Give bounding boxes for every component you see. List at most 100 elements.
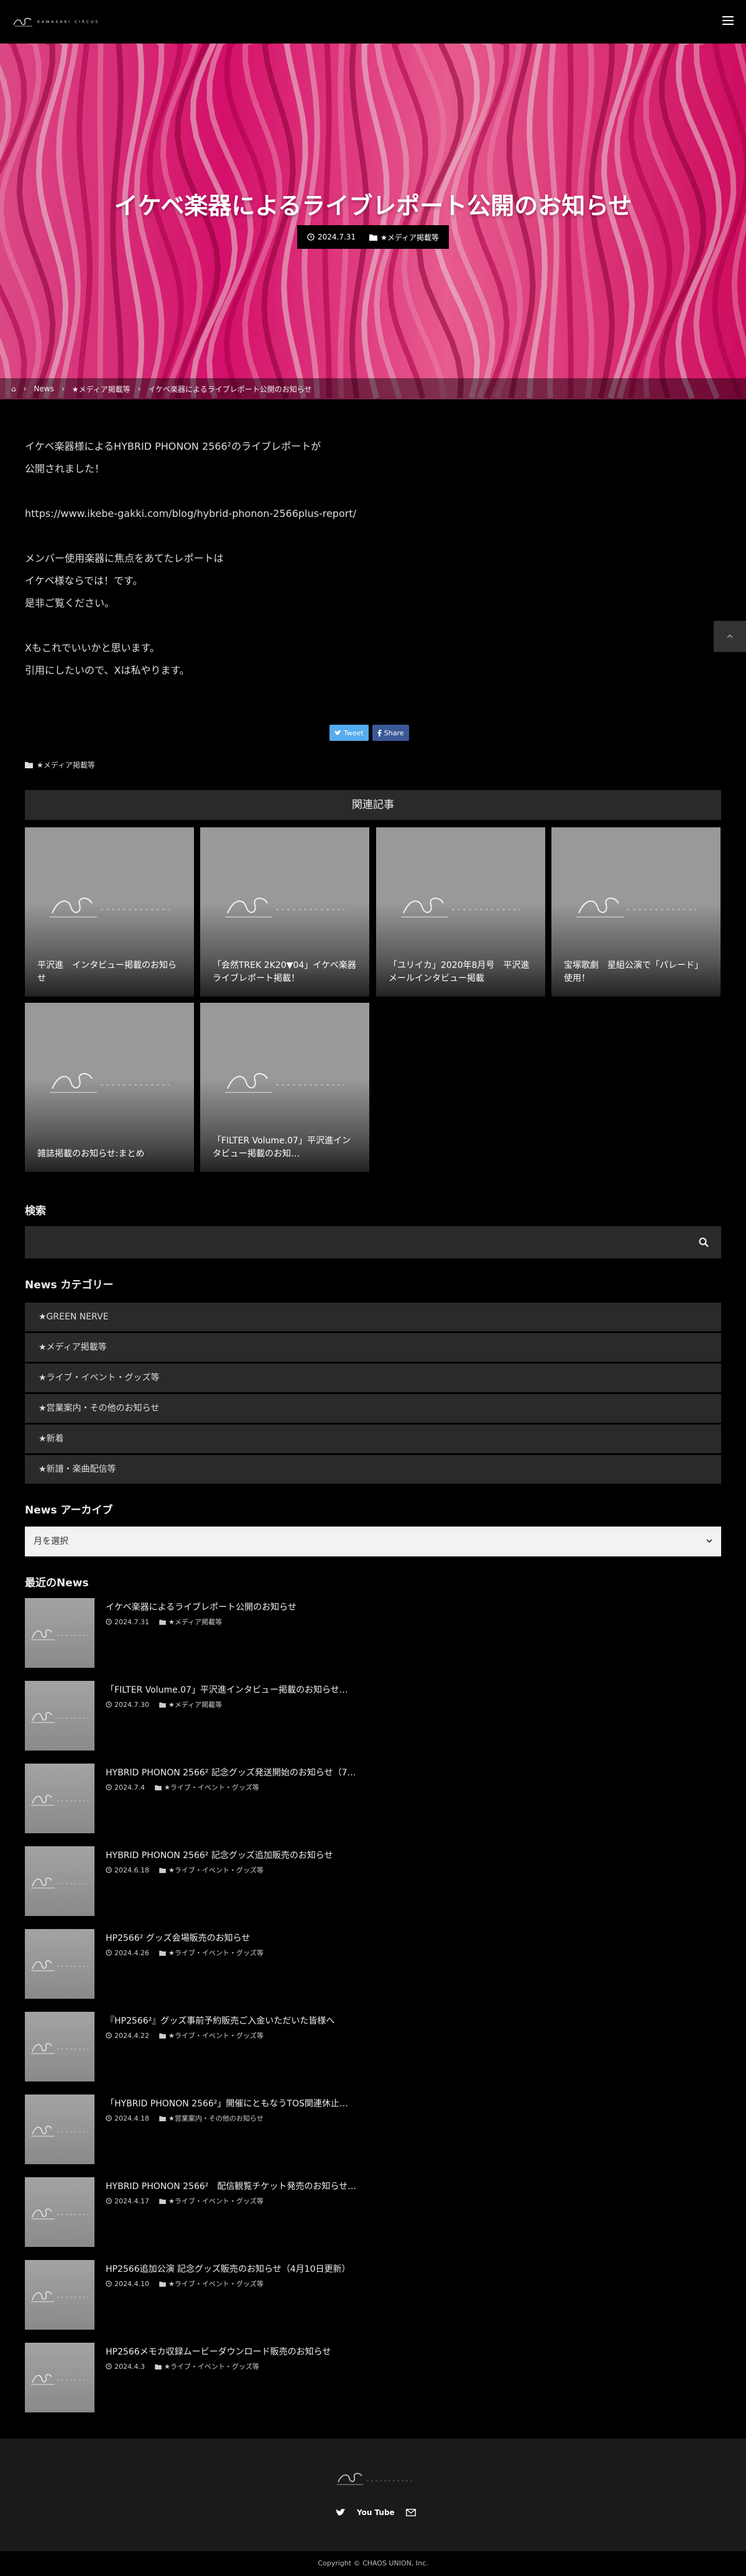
recent-news-category[interactable]: ★ライブ・イベント・グッズ等 bbox=[168, 1865, 264, 1875]
social-links: You Tube bbox=[336, 2508, 416, 2517]
related-card-title: 雑誌掲載のお知らせ:まとめ bbox=[37, 1149, 145, 1159]
recent-news-title[interactable]: HYBRID PHONON 2566² 記念グッズ発送開始のお知らせ（7… bbox=[106, 1766, 356, 1779]
archive-month-select[interactable]: 月を選択 bbox=[25, 1527, 721, 1556]
related-card[interactable]: 雑誌掲載のお知らせ:まとめ bbox=[25, 1003, 194, 1172]
recent-news-thumbnail[interactable] bbox=[25, 2177, 94, 2247]
archive-widget-title: News アーカイブ bbox=[25, 1504, 113, 1517]
recent-news-title[interactable]: イケベ楽器によるライブレポート公開のお知らせ bbox=[106, 1601, 297, 1613]
facebook-share-button[interactable]: Share bbox=[372, 725, 409, 741]
folder-icon bbox=[159, 1619, 166, 1625]
chevron-down-icon bbox=[706, 1539, 712, 1543]
related-card[interactable]: 「ユリイカ」2020年8月号 平沢進メールインタビュー掲載 bbox=[376, 827, 545, 997]
related-card-title: 「会然TREK 2K20▼04」イケベ楽器ライブレポート掲載！ bbox=[213, 960, 356, 983]
recent-news-meta: 2024.4.17 ★ライブ・イベント・グッズ等 bbox=[106, 2196, 264, 2206]
post-category-link[interactable]: ★メディア掲載等 bbox=[380, 232, 439, 243]
recent-news-thumbnail[interactable] bbox=[25, 2012, 94, 2081]
breadcrumb-news[interactable]: News bbox=[34, 384, 53, 393]
recent-news-category[interactable]: ★ライブ・イベント・グッズ等 bbox=[164, 2361, 259, 2371]
recent-news-category[interactable]: ★ライブ・イベント・グッズ等 bbox=[168, 1948, 264, 1958]
recent-news-thumbnail[interactable] bbox=[25, 1681, 94, 1751]
article-body: イケベ楽器様によるHYBRID PHONON 2566²のライブレポートが 公開… bbox=[25, 435, 721, 682]
recent-news-item[interactable]: HP2566メモカ収録ムービーダウンロード販売のお知らせ 2024.4.3 ★ライブ… bbox=[25, 2343, 721, 2412]
related-card[interactable]: 「会然TREK 2K20▼04」イケベ楽器ライブレポート掲載！ bbox=[200, 827, 369, 997]
scroll-to-top-button[interactable] bbox=[714, 621, 746, 652]
search-icon[interactable] bbox=[699, 1237, 709, 1247]
clock-icon bbox=[106, 2363, 112, 2369]
recent-news-title[interactable]: 『HP2566²』グッズ事前予約販売ご入金いただいた皆様へ bbox=[106, 2014, 334, 2027]
placeholder-logo-icon bbox=[31, 1629, 88, 1640]
related-card[interactable]: 「FILTER Volume.07」平沢進インタビュー掲載のお知… bbox=[200, 1003, 369, 1172]
recent-news-thumbnail[interactable] bbox=[25, 2260, 94, 2330]
related-card[interactable]: 宝塚歌劇 星組公演で「パレード」使用！ bbox=[551, 827, 721, 997]
recent-news-category[interactable]: ★営業案内・その他のお知らせ bbox=[168, 2113, 264, 2123]
category-item[interactable]: ★メディア掲載等 bbox=[25, 1333, 721, 1362]
article-paragraph: 公開されました！ bbox=[25, 463, 105, 475]
category-item[interactable]: ★新着 bbox=[25, 1425, 721, 1453]
folder-icon bbox=[159, 1867, 166, 1873]
article-paragraph: メンバー使用楽器に焦点をあてたレポートは bbox=[25, 552, 224, 564]
recent-news-thumbnail[interactable] bbox=[25, 1764, 94, 1833]
breadcrumb-category[interactable]: ★メディア掲載等 bbox=[72, 384, 131, 394]
breadcrumb-separator-icon: › bbox=[137, 384, 141, 393]
recent-news-category[interactable]: ★メディア掲載等 bbox=[168, 1700, 222, 1709]
recent-news-title[interactable]: HYBRID PHONON 2566² 配信観覧チケット発売のお知らせ… bbox=[106, 2180, 356, 2192]
recent-news-thumbnail[interactable] bbox=[25, 1929, 94, 1999]
article-paragraph: 引用にしたいので、Xは私やります。 bbox=[25, 664, 190, 676]
placeholder-logo-icon bbox=[401, 898, 520, 918]
recent-news-thumbnail[interactable] bbox=[25, 1598, 94, 1668]
recent-news-item[interactable]: HYBRID PHONON 2566² 記念グッズ発送開始のお知らせ（7… 202… bbox=[25, 1764, 721, 1833]
recent-news-category[interactable]: ★ライブ・イベント・グッズ等 bbox=[168, 2279, 264, 2289]
recent-news-title[interactable]: 「HYBRID PHONON 2566²」開催にともなうTOS関連休止… bbox=[106, 2097, 348, 2109]
recent-news-item[interactable]: HP2566² グッズ会場販売のお知らせ 2024.4.26 ★ライブ・イベント・グ… bbox=[25, 1929, 721, 1999]
clock-icon bbox=[106, 1701, 112, 1708]
article-paragraph bbox=[25, 525, 721, 547]
facebook-icon bbox=[377, 729, 382, 737]
recent-news-thumbnail[interactable] bbox=[25, 2343, 94, 2412]
recent-news-title[interactable]: 「FILTER Volume.07」平沢進インタビュー掲載のお知らせ… bbox=[106, 1683, 348, 1696]
chevron-up-icon bbox=[727, 634, 733, 638]
hamburger-menu-icon[interactable] bbox=[722, 16, 734, 25]
recent-news-item[interactable]: イケベ楽器によるライブレポート公開のお知らせ 2024.7.31 ★メディア掲載等 bbox=[25, 1598, 721, 1668]
recent-news-title[interactable]: HYBRID PHONON 2566² 記念グッズ追加販売のお知らせ bbox=[106, 1849, 333, 1861]
article-link[interactable]: https://www.ikebe-gakki.com/blog/hybrid-… bbox=[25, 503, 721, 525]
recent-news-category[interactable]: ★ライブ・イベント・グッズ等 bbox=[164, 1782, 259, 1792]
recent-news-category[interactable]: ★ライブ・イベント・グッズ等 bbox=[168, 2030, 264, 2040]
recent-news-date: 2024.4.26 bbox=[114, 1948, 149, 1957]
recent-news-thumbnail[interactable] bbox=[25, 1846, 94, 1916]
recent-news-meta: 2024.7.4 ★ライブ・イベント・グッズ等 bbox=[106, 1782, 259, 1792]
recent-news-item[interactable]: HYBRID PHONON 2566² 配信観覧チケット発売のお知らせ… 2024… bbox=[25, 2177, 721, 2247]
related-card[interactable]: 平沢進 インタビュー掲載のお知らせ bbox=[25, 827, 194, 997]
folder-icon bbox=[369, 234, 378, 241]
twitter-icon[interactable] bbox=[336, 2508, 346, 2517]
footer-logo[interactable] bbox=[336, 2468, 413, 2487]
recent-news-item[interactable]: 「FILTER Volume.07」平沢進インタビュー掲載のお知らせ… 2024.… bbox=[25, 1681, 721, 1751]
recent-news-category[interactable]: ★ライブ・イベント・グッズ等 bbox=[168, 2196, 264, 2206]
article-paragraph: イケベ様ならでは！です。 bbox=[25, 575, 143, 587]
related-card-title: 宝塚歌劇 星組公演で「パレード」使用！ bbox=[564, 960, 703, 983]
post-footer-category-link[interactable]: ★メディア掲載等 bbox=[37, 760, 95, 770]
recent-news-item[interactable]: 「HYBRID PHONON 2566²」開催にともなうTOS関連休止… 2024… bbox=[25, 2095, 721, 2164]
recent-news-category[interactable]: ★メディア掲載等 bbox=[168, 1617, 222, 1627]
category-item[interactable]: ★新譜・楽曲配信等 bbox=[25, 1455, 721, 1484]
clock-icon bbox=[106, 2198, 112, 2204]
recent-news-item[interactable]: 『HP2566²』グッズ事前予約販売ご入金いただいた皆様へ 2024.4.22 ★ラ… bbox=[25, 2012, 721, 2081]
recent-news-thumbnail[interactable] bbox=[25, 2095, 94, 2164]
recent-news-item[interactable]: HYBRID PHONON 2566² 記念グッズ追加販売のお知らせ 2024.6… bbox=[25, 1846, 721, 1916]
site-logo[interactable]: KAWASAKI CIRCUS bbox=[12, 16, 99, 27]
category-item[interactable]: ★営業案内・その他のお知らせ bbox=[25, 1394, 721, 1423]
youtube-icon[interactable]: You Tube bbox=[357, 2508, 395, 2517]
recent-news-meta: 2024.7.30 ★メディア掲載等 bbox=[106, 1700, 222, 1709]
mail-icon[interactable] bbox=[405, 2509, 416, 2516]
recent-news-title[interactable]: HP2566² グッズ会場販売のお知らせ bbox=[106, 1932, 250, 1944]
breadcrumb-home-icon[interactable]: ⌂ bbox=[11, 384, 16, 393]
recent-news-item[interactable]: HP2566追加公演 記念グッズ販売のお知らせ（4月10日更新） 2024.4.1… bbox=[25, 2260, 721, 2330]
tweet-button[interactable]: Tweet bbox=[329, 725, 369, 741]
recent-news-date: 2024.4.3 bbox=[114, 2362, 145, 2371]
category-item[interactable]: ★GREEN NERVE bbox=[25, 1303, 721, 1331]
recent-news-date: 2024.4.17 bbox=[114, 2197, 149, 2205]
recent-news-title[interactable]: HP2566追加公演 記念グッズ販売のお知らせ（4月10日更新） bbox=[106, 2262, 351, 2275]
site-footer: You Tube Copyright © CHAOS UNION, Inc. bbox=[0, 2439, 746, 2576]
recent-news-title[interactable]: HP2566メモカ収録ムービーダウンロード販売のお知らせ bbox=[106, 2345, 331, 2358]
category-item[interactable]: ★ライブ・イベント・グッズ等 bbox=[25, 1364, 721, 1392]
search-input[interactable] bbox=[25, 1226, 721, 1258]
